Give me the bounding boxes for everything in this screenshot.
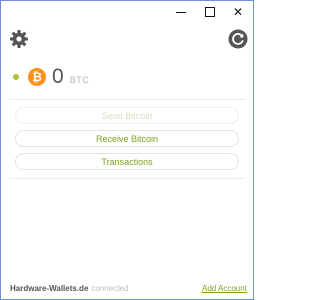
app-window: ₿ 0 BTC Send Bitcoin Receive Bitcoin Tra… bbox=[0, 0, 254, 300]
settings-button[interactable] bbox=[9, 29, 29, 49]
gear-icon bbox=[10, 30, 28, 48]
footer-status: Hardware-Wallets.de connected bbox=[10, 284, 128, 293]
bitcoin-icon: ₿ bbox=[28, 68, 46, 86]
divider bbox=[9, 99, 245, 100]
connection-status-dot bbox=[13, 74, 19, 80]
title-bar bbox=[1, 1, 253, 23]
balance-unit: BTC bbox=[69, 75, 90, 85]
balance-amount: 0 bbox=[52, 65, 64, 88]
send-bitcoin-button[interactable]: Send Bitcoin bbox=[15, 107, 239, 124]
minimize-button[interactable] bbox=[166, 1, 196, 23]
brand-name: Hardware-Wallets.de bbox=[10, 284, 89, 293]
close-button[interactable] bbox=[223, 1, 253, 23]
balance-row: ₿ 0 BTC bbox=[13, 64, 89, 90]
receive-bitcoin-button[interactable]: Receive Bitcoin bbox=[15, 130, 239, 147]
refresh-button[interactable] bbox=[228, 29, 248, 49]
transactions-button[interactable]: Transactions bbox=[15, 153, 239, 170]
refresh-icon bbox=[228, 29, 248, 49]
add-account-link[interactable]: Add Account bbox=[202, 284, 247, 293]
divider bbox=[9, 178, 245, 179]
connection-status-text: connected bbox=[91, 284, 129, 293]
maximize-button[interactable] bbox=[195, 1, 225, 23]
